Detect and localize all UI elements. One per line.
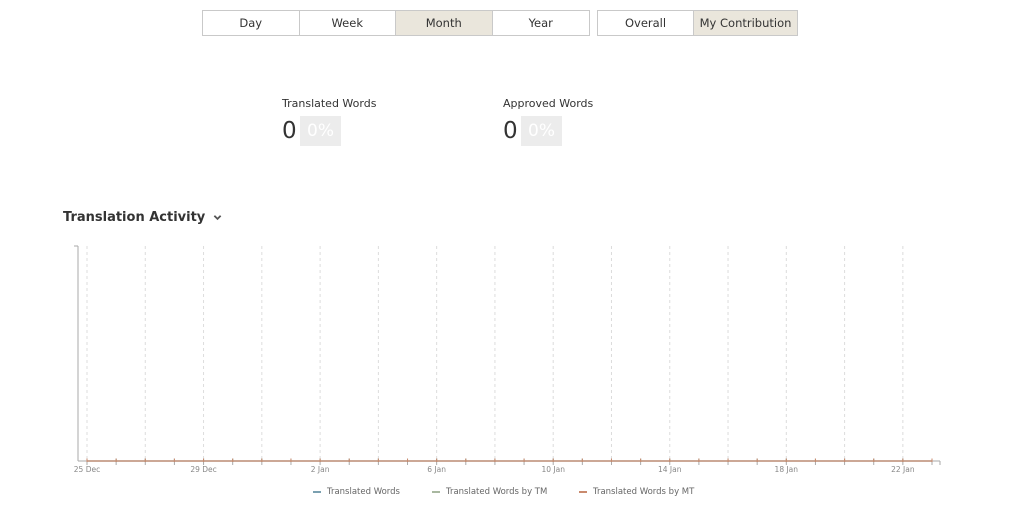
x-tick-label: 18 Jan: [775, 465, 799, 474]
legend-label: Translated Words by TM: [446, 487, 548, 497]
x-tick-label: 25 Dec: [74, 465, 100, 474]
x-tick-label: 22 Jan: [891, 465, 915, 474]
x-tick-label: 2 Jan: [311, 465, 330, 474]
legend-item-translated-words[interactable]: Translated Words: [313, 487, 400, 497]
x-tick-label: 14 Jan: [658, 465, 682, 474]
legend-swatch: [579, 491, 587, 493]
legend-label: Translated Words by MT: [593, 487, 695, 497]
x-tick-label: 10 Jan: [541, 465, 565, 474]
legend-item-translated-words-by-mt[interactable]: Translated Words by MT: [579, 487, 694, 497]
activity-chart: 25 Dec 29 Dec 2 Jan 6 Jan 10 Jan 14 Jan 18 Jan…: [74, 245, 941, 474]
legend-swatch: [432, 491, 440, 493]
legend-label: Translated Words: [327, 487, 400, 497]
legend-swatch: [313, 491, 321, 493]
x-tick-label: 6 Jan: [427, 465, 446, 474]
x-tick-label: 29 Dec: [190, 465, 216, 474]
legend-item-translated-words-by-tm[interactable]: Translated Words by TM: [432, 487, 547, 497]
